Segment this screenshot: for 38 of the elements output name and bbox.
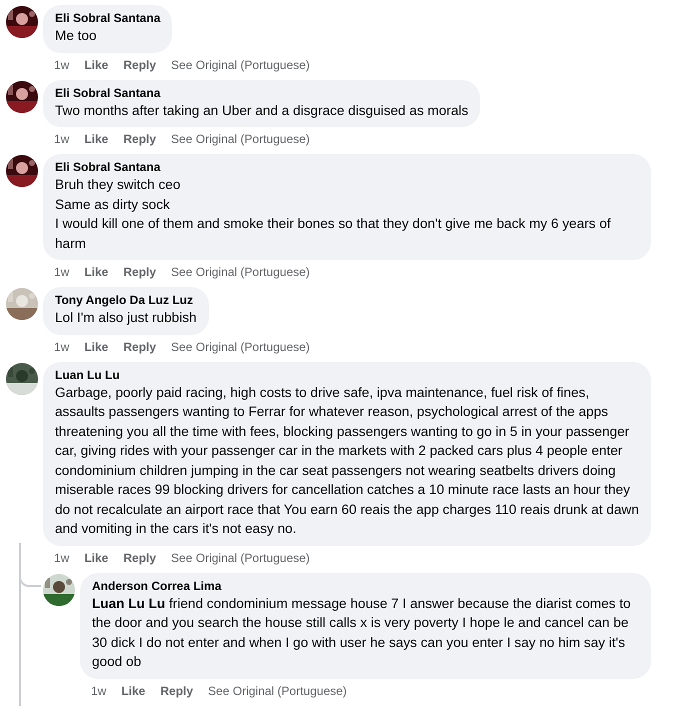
timestamp: 1w [54, 58, 70, 72]
comment-text: Bruh they switch ceo [55, 176, 182, 194]
timestamp: 1w [91, 684, 106, 698]
author-name[interactable]: Eli Sobral Santana [55, 86, 468, 100]
like-link[interactable]: Like [121, 684, 146, 698]
see-original-link[interactable]: See Original (Portuguese) [171, 340, 310, 354]
like-link[interactable]: Like [84, 550, 108, 564]
comment-text: Two months after taking an Uber and a disgrace disguised as morals [55, 102, 468, 120]
author-name[interactable]: Anderson Correa Lima [92, 578, 639, 594]
timestamp: 1w [54, 550, 70, 564]
timestamp: 1w [54, 340, 70, 354]
comment-text: I would kill one of them and smoke their bones so that they don't give me back my 6 years of harm [55, 215, 612, 252]
reply-link[interactable]: Reply [123, 58, 156, 72]
comment-text: Lol I'm also just rubbish [55, 309, 197, 327]
reply-link[interactable]: Reply [123, 340, 156, 354]
author-name[interactable]: Tony Angelo Da Luz Luz [55, 293, 197, 308]
like-link[interactable]: Like [84, 132, 108, 146]
like-link[interactable]: Like [84, 265, 108, 279]
like-link[interactable]: Like [84, 58, 108, 72]
comment-text: Me too [55, 27, 98, 45]
author-name[interactable]: Eli Sobral Santana [55, 160, 639, 175]
see-original-link[interactable]: See Original (Portuguese) [171, 550, 310, 564]
reply-link[interactable]: Reply [123, 550, 156, 564]
reply-link[interactable]: Reply [123, 132, 156, 146]
like-link[interactable]: Like [84, 340, 108, 354]
reply-link[interactable]: Reply [123, 265, 156, 279]
timestamp: 1w [54, 132, 70, 146]
author-name[interactable]: Eli Sobral Santana [55, 11, 160, 26]
timestamp: 1w [54, 265, 70, 279]
see-original-link[interactable]: See Original (Portuguese) [208, 684, 347, 698]
comment-text: Garbage, poorly paid racing, high costs to drive safe, ipva maintenance, fuel risk of fines, assaults passengers wanting to Ferrar for whatever reason, psychological arrest of the apps threatening you all the time with fees, blocking passengers wanting to go in 5 in your passenger car, giving rides with your passenger car in the markets with 2 packed cars plus 4 people enter condominium children jumping in the car seat passengers not wearing seatbelts drivers doing miserable races 99 blocking drivers for cancellation catches a 10 minute race lasts an hour they do not recalculate an airport race that You earn 60 reais the app charges 110 reais drunk at dawn and vomiting in the cars it's not easy no. [55, 384, 639, 538]
reply-link[interactable]: Reply [160, 684, 194, 698]
author-name[interactable]: Luan Lu Lu [55, 368, 639, 382]
comment-text: Same as dirty sock [55, 196, 171, 214]
see-original-link[interactable]: See Original (Portuguese) [171, 58, 310, 72]
comment-text: Luan Lu Lu friend condominium message house 7 I answer because the diarist comes to the door and you search the house still calls x is very poverty I hope le and cancel can be 30 dick I do not enter and when I go with user he says can you enter I say no him say it's good ob [92, 594, 632, 671]
see-original-link[interactable]: See Original (Portuguese) [171, 265, 310, 279]
see-original-link[interactable]: See Original (Portuguese) [171, 132, 310, 146]
